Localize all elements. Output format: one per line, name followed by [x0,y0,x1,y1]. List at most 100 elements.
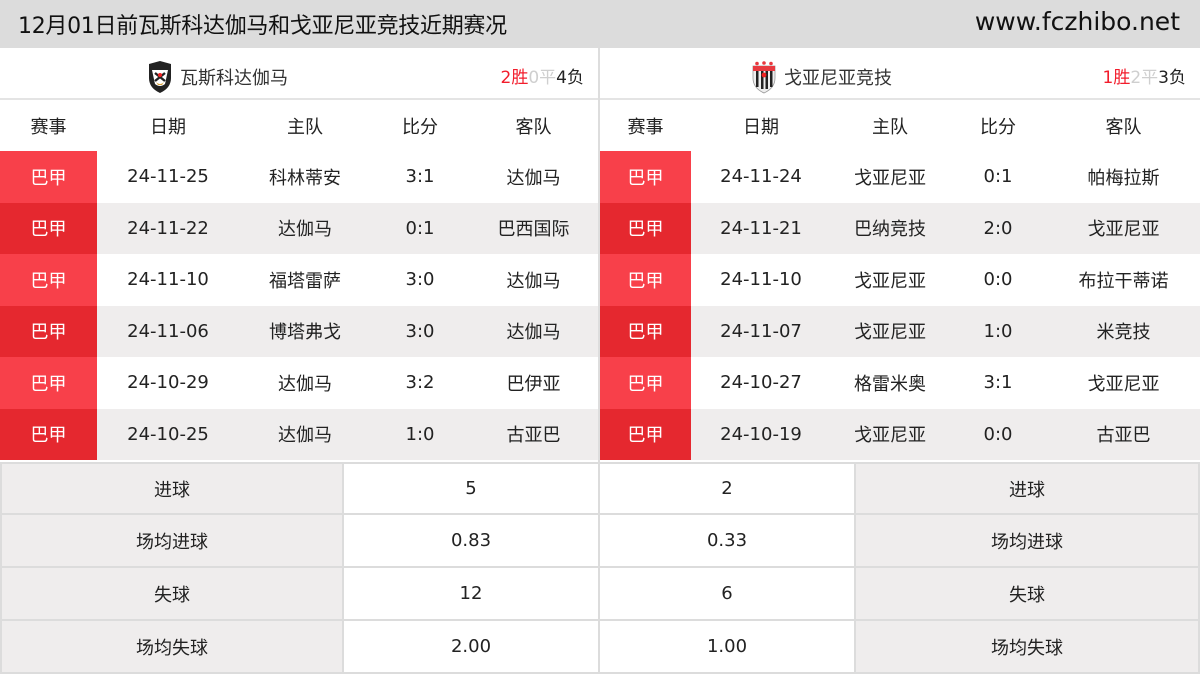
table-row[interactable]: 巴甲 24-11-10 福塔雷萨 3:0 达伽马 [0,254,598,306]
left-team-bar: 瓦斯科达伽马 2胜0平4负 [0,48,598,100]
match-score: 0:0 [983,423,1013,445]
table-row[interactable]: 巴甲 24-11-24 戈亚尼亚 0:1 帕梅拉斯 [600,151,1200,203]
match-date: 24-11-21 [720,217,802,239]
stat-label-left: 场均进球 [0,515,344,566]
site-url[interactable]: www.fczhibo.net [975,7,1180,36]
match-date: 24-11-06 [127,320,209,342]
table-row[interactable]: 巴甲 24-10-25 达伽马 1:0 古亚巴 [0,408,598,460]
col-home: 主队 [872,116,908,138]
away-team: 布拉干蒂诺 [1078,270,1169,292]
league-badge: 巴甲 [0,254,97,306]
away-team: 达伽马 [506,322,561,344]
league-badge: 巴甲 [0,357,97,409]
stat-label-right: 失球 [856,568,1200,619]
stat-value-left: 12 [344,568,600,619]
away-team: 巴西国际 [497,219,570,241]
table-row[interactable]: 巴甲 24-10-19 戈亚尼亚 0:0 古亚巴 [600,408,1200,460]
away-team: 古亚巴 [1096,425,1151,447]
left-team-name: 瓦斯科达伽马 [180,68,288,89]
vasco-da-gama-crest-icon [149,61,171,93]
stat-label-right: 进球 [856,464,1200,513]
stat-label-right: 场均失球 [856,621,1200,672]
home-team: 科林蒂安 [269,167,341,189]
right-table-header: 赛事 日期 主队 比分 客队 [600,100,1200,151]
home-team: 福塔雷萨 [269,270,341,292]
match-date: 24-10-25 [127,423,209,445]
home-team: 戈亚尼亚 [854,425,926,447]
right-team-panel: 戈亚尼亚竞技 1胜2平3负 赛事 日期 主队 比分 客队 巴甲 24-11-24… [600,48,1200,462]
table-row[interactable]: 巴甲 24-10-27 格雷米奥 3:1 戈亚尼亚 [600,357,1200,409]
col-away: 客队 [515,116,552,138]
right-team[interactable]: 戈亚尼亚竞技 [750,60,892,94]
stat-value-right: 2 [600,464,856,513]
left-team[interactable]: 瓦斯科达伽马 [146,60,288,94]
page-title: 12月01日前瓦斯科达伽马和戈亚尼亚竞技近期赛况 [18,14,507,39]
match-date: 24-10-19 [720,423,802,445]
league-badge: 巴甲 [0,408,97,460]
col-score: 比分 [402,116,438,138]
home-team: 达伽马 [278,373,332,395]
stats-row: 进球 5 2 进球 [0,462,1200,515]
table-row[interactable]: 巴甲 24-11-22 达伽马 0:1 巴西国际 [0,202,598,254]
away-team: 古亚巴 [506,425,561,447]
match-date: 24-10-27 [720,372,802,394]
atletico-goianiense-crest-icon [752,61,776,94]
league-badge: 巴甲 [0,305,97,357]
match-date: 24-10-29 [127,372,209,394]
stats-row: 场均进球 0.83 0.33 场均进球 [0,515,1200,568]
right-team-name: 戈亚尼亚竞技 [784,68,892,89]
home-team: 巴纳竞技 [854,219,926,241]
home-team: 格雷米奥 [854,373,926,395]
home-team: 达伽马 [278,219,332,241]
table-row[interactable]: 巴甲 24-11-25 科林蒂安 3:1 达伽马 [0,151,598,203]
page-header: 12月01日前瓦斯科达伽马和戈亚尼亚竞技近期赛况 www.fczhibo.net [0,0,1200,48]
stat-label-left: 场均失球 [0,621,344,672]
home-team: 戈亚尼亚 [854,322,926,344]
home-team: 达伽马 [278,425,332,447]
away-team: 帕梅拉斯 [1087,167,1160,189]
table-row[interactable]: 巴甲 24-11-07 戈亚尼亚 1:0 米竞技 [600,305,1200,357]
left-match-list: 巴甲 24-11-25 科林蒂安 3:1 达伽马 巴甲 24-11-22 达伽马… [0,151,598,460]
col-away: 客队 [1105,116,1142,138]
match-date: 24-11-22 [127,217,209,239]
away-team: 米竞技 [1096,322,1151,344]
table-row[interactable]: 巴甲 24-11-21 巴纳竞技 2:0 戈亚尼亚 [600,202,1200,254]
match-score: 3:0 [405,269,435,291]
match-date: 24-11-07 [720,320,802,342]
right-team-record: 1胜2平3负 [1103,63,1186,88]
home-team: 戈亚尼亚 [854,167,926,189]
match-date: 24-11-24 [720,166,802,188]
left-wins: 2胜 [500,68,529,88]
col-home: 主队 [287,116,323,138]
match-score: 1:0 [983,320,1013,342]
match-score: 3:0 [405,320,435,342]
stats-row: 失球 12 6 失球 [0,568,1200,621]
match-score: 2:0 [983,217,1013,239]
right-losses: 3负 [1158,68,1186,88]
league-badge: 巴甲 [0,202,97,254]
left-team-record: 2胜0平4负 [501,63,584,88]
table-row[interactable]: 巴甲 24-10-29 达伽马 3:2 巴伊亚 [0,357,598,409]
match-date: 24-11-10 [720,269,802,291]
col-score: 比分 [980,116,1016,138]
col-date: 日期 [150,116,186,138]
home-team: 博塔弗戈 [269,322,341,344]
match-score: 3:1 [983,372,1013,394]
right-team-bar: 戈亚尼亚竞技 1胜2平3负 [600,48,1200,100]
table-row[interactable]: 巴甲 24-11-10 戈亚尼亚 0:0 布拉干蒂诺 [600,254,1200,306]
left-draws: 0平 [528,68,557,88]
goal-stats-table: 进球 5 2 进球 场均进球 0.83 0.33 场均进球 失球 12 6 失球… [0,462,1200,675]
stat-value-left: 2.00 [344,621,600,672]
stat-value-left: 0.83 [344,515,600,566]
table-row[interactable]: 巴甲 24-11-06 博塔弗戈 3:0 达伽马 [0,305,598,357]
league-badge: 巴甲 [600,202,691,254]
match-date: 24-11-25 [127,166,209,188]
stat-label-left: 失球 [0,568,344,619]
left-team-panel: 瓦斯科达伽马 2胜0平4负 赛事 日期 主队 比分 客队 巴甲 24-11-25… [0,48,600,462]
match-score: 0:1 [405,217,435,239]
home-team: 戈亚尼亚 [854,270,926,292]
match-score: 3:1 [405,166,435,188]
stat-label-left: 进球 [0,464,344,513]
stat-value-left: 5 [344,464,600,513]
stat-value-right: 6 [600,568,856,619]
